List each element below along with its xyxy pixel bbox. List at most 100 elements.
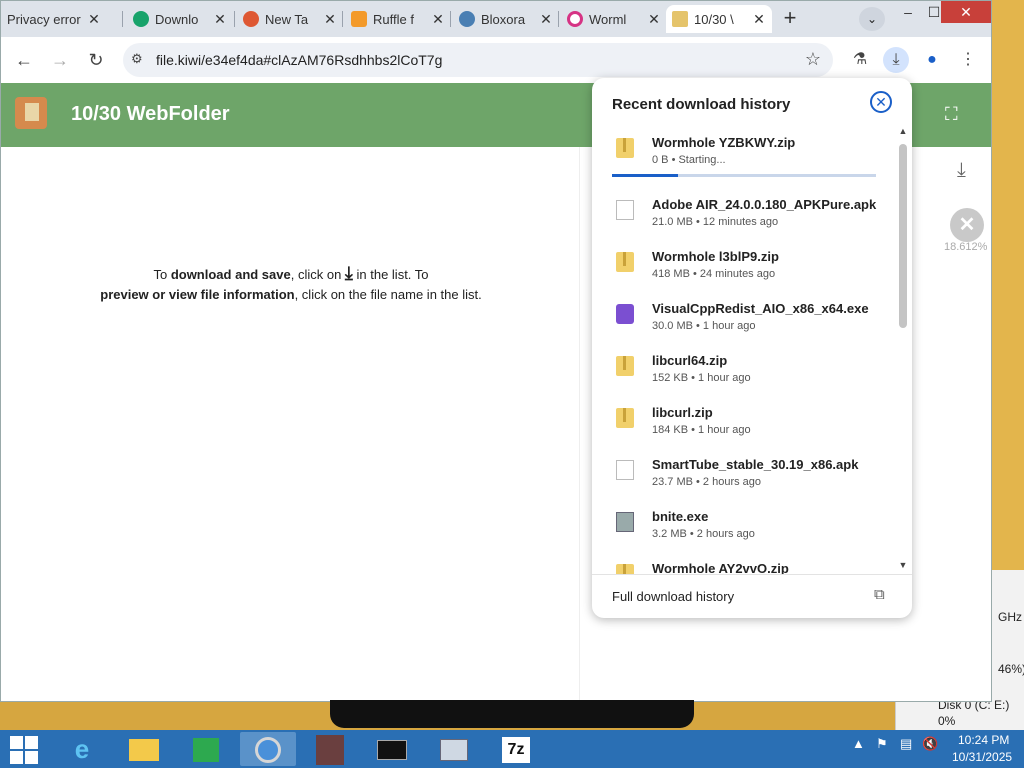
tab-label: Privacy error <box>7 11 81 27</box>
close-icon[interactable]: ✕ <box>213 11 227 28</box>
address-bar[interactable]: ⚙ file.kiwi/e34ef4da#clAzAM76Rsdhhbs2lCo… <box>123 43 833 77</box>
duckduckgo-icon <box>243 11 259 27</box>
download-history-popup: Recent download history ✕ Wormhole YZBKW… <box>592 78 912 618</box>
bookmark-star-icon[interactable]: ☆ <box>805 49 821 70</box>
download-icon: ⤓ <box>344 263 353 283</box>
tab-separator <box>122 11 123 27</box>
file-explorer-icon[interactable] <box>116 732 172 766</box>
file-name[interactable]: VisualCppRedist_AIO_x86_x64.exe <box>652 301 869 316</box>
download-all-icon[interactable]: ⤓ <box>957 159 966 182</box>
store-icon[interactable] <box>178 732 234 766</box>
close-icon[interactable]: ✕ <box>752 11 766 28</box>
7zip-icon[interactable]: 7z <box>488 732 544 766</box>
tray-expand-icon[interactable]: ▲ <box>852 736 865 751</box>
windows-start-icon[interactable] <box>10 736 38 764</box>
tab-new-tab[interactable]: New Ta ✕ <box>237 5 343 33</box>
task-manager-icon[interactable] <box>426 732 482 766</box>
download-item[interactable]: Adobe AIR_24.0.0.180_APKPure.apk 21.0 MB… <box>592 190 896 242</box>
tab-separator <box>234 11 235 27</box>
forward-button[interactable]: → <box>47 47 73 73</box>
back-button[interactable]: ← <box>11 47 37 73</box>
download-item[interactable]: bnite.exe 3.2 MB • 2 hours ago <box>592 502 896 554</box>
file-meta: 184 KB • 1 hour ago <box>652 424 751 436</box>
tab-ruffle[interactable]: Ruffle f ✕ <box>345 5 451 33</box>
download-item[interactable]: VisualCppRedist_AIO_x86_x64.exe 30.0 MB … <box>592 294 896 346</box>
file-name[interactable]: libcurl.zip <box>652 405 713 420</box>
file-name[interactable]: Adobe AIR_24.0.0.180_APKPure.apk <box>652 197 876 212</box>
info-text-bold: download and save <box>170 267 291 282</box>
download-item[interactable]: Wormhole AY2vvO.zip <box>592 554 896 575</box>
fullscreen-icon[interactable]: ⛶ <box>945 104 958 125</box>
file-name[interactable]: Wormhole YZBKWY.zip <box>652 135 795 150</box>
tab-separator <box>342 11 343 27</box>
close-icon[interactable]: ✕ <box>870 91 892 113</box>
download-item[interactable]: SmartTube_stable_30.19_x86.apk 23.7 MB •… <box>592 450 896 502</box>
clock-date[interactable]: 10/31/2025 <box>952 750 1012 764</box>
scroll-down-icon[interactable]: ▼ <box>898 560 908 570</box>
chrome-icon[interactable] <box>240 732 296 766</box>
zip-file-icon <box>616 408 634 428</box>
file-name[interactable]: SmartTube_stable_30.19_x86.apk <box>652 457 858 472</box>
tab-webfolder[interactable]: 10/30 \ ✕ <box>666 5 772 33</box>
info-text-part: To <box>153 267 171 282</box>
download-item[interactable]: libcurl64.zip 152 KB • 1 hour ago <box>592 346 896 398</box>
close-icon[interactable]: ✕ <box>323 11 337 28</box>
tab-strip: Privacy error ✕ Downlo ✕ New Ta ✕ Ruffle… <box>1 1 991 37</box>
url-text: file.kiwi/e34ef4da#clAzAM76Rsdhhbs2lCoT7… <box>156 52 443 68</box>
close-icon[interactable]: ✕ <box>431 11 445 28</box>
footer-label: Full download history <box>612 589 735 604</box>
file-meta: 21.0 MB • 12 minutes ago <box>652 216 779 228</box>
scroll-up-icon[interactable]: ▲ <box>898 126 908 136</box>
reload-button[interactable]: ↻ <box>83 47 109 73</box>
download-item[interactable]: libcurl.zip 184 KB • 1 hour ago <box>592 398 896 450</box>
close-icon[interactable]: ✕ <box>539 11 553 28</box>
disk-pct-label: 0% <box>938 714 956 728</box>
download-list: Wormhole YZBKWY.zip 0 B • Starting... Ad… <box>592 128 896 575</box>
site-info-icon[interactable]: ⚙ <box>131 51 143 67</box>
tab-label: Ruffle f <box>373 11 414 27</box>
cpu-ghz-label: GHz <box>998 610 1022 624</box>
popup-title: Recent download history <box>612 96 791 113</box>
tab-wormhole[interactable]: Worml ✕ <box>561 5 667 33</box>
popup-scrollbar[interactable]: ▲ ▼ <box>898 126 908 572</box>
tab-privacy-error[interactable]: Privacy error ✕ <box>1 5 107 33</box>
full-history-link[interactable]: Full download history ⧉ <box>592 574 912 618</box>
file-name[interactable]: Wormhole AY2vvO.zip <box>652 561 789 575</box>
file-name[interactable]: bnite.exe <box>652 509 708 524</box>
tab-bloxorz[interactable]: Bloxora ✕ <box>453 5 559 33</box>
download-item[interactable]: Wormhole l3blP9.zip 418 MB • 24 minutes … <box>592 242 896 294</box>
file-meta: 0 B • Starting... <box>652 154 726 166</box>
file-meta: 23.7 MB • 2 hours ago <box>652 476 762 488</box>
info-text-part: , click on <box>290 267 345 282</box>
menu-kebab-icon[interactable]: ⋮ <box>955 47 981 73</box>
internet-explorer-icon[interactable]: e <box>54 732 110 766</box>
tab-separator <box>450 11 451 27</box>
new-tab-button[interactable]: + <box>777 7 803 31</box>
profile-icon[interactable]: ● <box>919 47 945 73</box>
tab-label: Worml <box>589 11 627 27</box>
clock-time[interactable]: 10:24 PM <box>958 733 1009 747</box>
app-figure-icon[interactable] <box>302 732 358 766</box>
action-center-flag-icon[interactable]: ⚑ <box>876 736 888 752</box>
floating-toolbar <box>330 700 694 728</box>
window-close-button[interactable]: ✕ <box>941 1 991 23</box>
instructions-text: To download and save, click on ⤓ in the … <box>81 263 501 305</box>
labs-flask-icon[interactable]: ⚗ <box>847 47 873 73</box>
info-text-part: , click on the file name in the list. <box>294 287 482 302</box>
tab-downloads[interactable]: Downlo ✕ <box>127 5 233 33</box>
cmd-icon[interactable] <box>364 732 420 766</box>
close-icon[interactable]: ✕ <box>647 11 661 28</box>
file-name[interactable]: Wormhole l3blP9.zip <box>652 249 779 264</box>
zip-file-icon <box>616 252 634 272</box>
volume-icon[interactable]: 🔇 <box>922 736 938 752</box>
close-icon[interactable]: ✕ <box>87 11 101 28</box>
cancel-upload-icon[interactable]: ✕ <box>950 208 984 242</box>
download-item[interactable]: Wormhole YZBKWY.zip 0 B • Starting... <box>592 128 896 180</box>
tab-search-button[interactable]: ⌄ <box>859 7 885 31</box>
scrollbar-thumb[interactable] <box>899 144 907 328</box>
file-name[interactable]: libcurl64.zip <box>652 353 727 368</box>
downloads-button[interactable]: ⤓ <box>883 47 909 73</box>
network-icon[interactable]: ▤ <box>900 736 912 752</box>
progress-percent: 18.612% <box>944 241 988 253</box>
exe-file-icon <box>616 512 634 532</box>
